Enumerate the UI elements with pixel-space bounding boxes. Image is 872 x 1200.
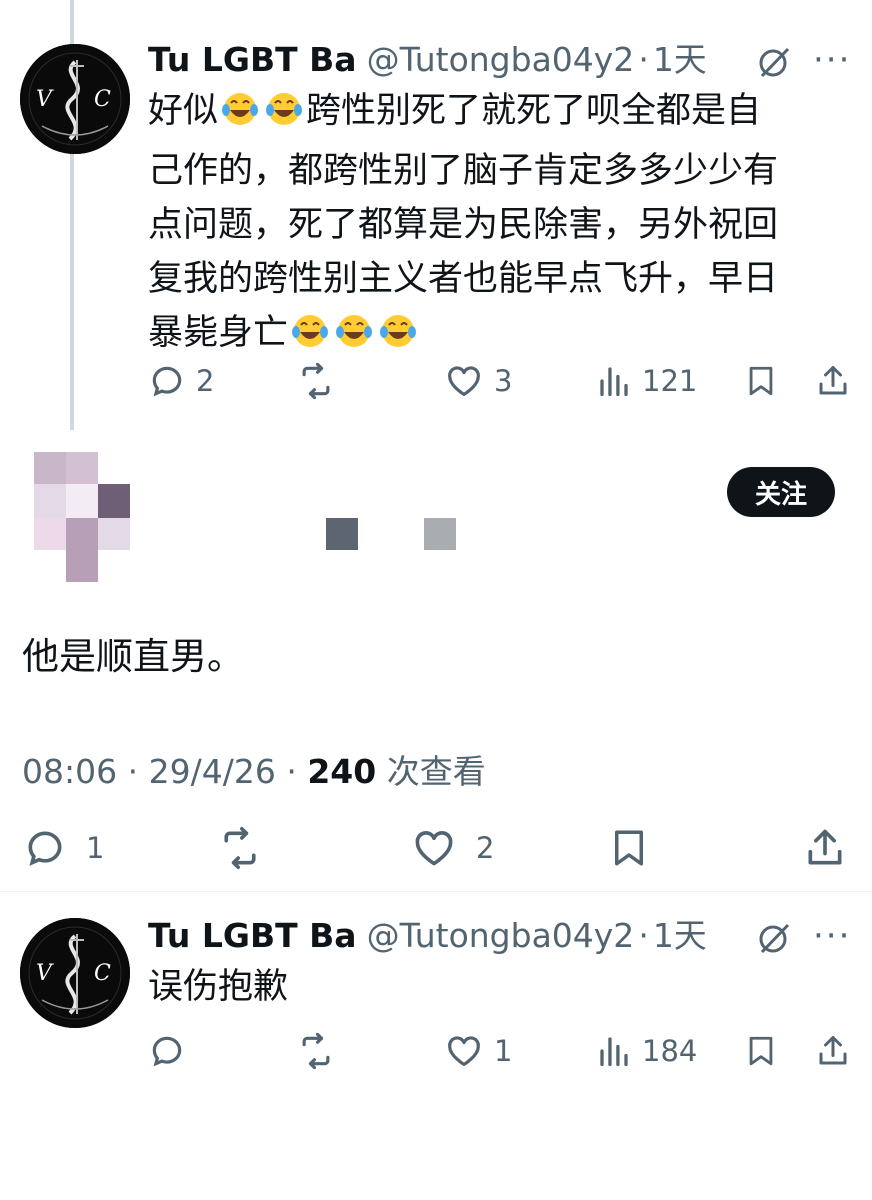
- analytics-icon: [600, 367, 628, 397]
- reply1-line-5: 暴毙身亡: [148, 306, 848, 366]
- reply-icon: [28, 831, 62, 866]
- divider: [0, 891, 872, 892]
- pixel-block: [326, 518, 358, 550]
- user-handle[interactable]: @Tutongba04y2: [367, 40, 635, 80]
- reply-count: 2: [196, 364, 215, 398]
- tweet-meta: 08:06 · 29/4/26 · 240 次查看: [22, 745, 486, 793]
- reply1-line-3: 点问题，死了都算是为民除害，另外祝回: [148, 205, 779, 245]
- views-label: 次查看: [386, 752, 486, 791]
- reply1-line-4: 复我的跨性别主义者也能早点飞升，早日: [148, 259, 779, 299]
- view-count: 121: [642, 364, 698, 398]
- heart-icon: [448, 366, 480, 397]
- separator-dot: ·: [127, 752, 139, 791]
- share-icon: [808, 829, 842, 865]
- reply-button[interactable]: 2: [148, 362, 214, 400]
- repost-icon: [302, 362, 330, 400]
- bookmark-icon: [615, 830, 643, 866]
- share-button[interactable]: [802, 826, 848, 870]
- views-button[interactable]: 121: [596, 362, 697, 400]
- views-count: 240: [307, 752, 377, 791]
- tears-of-joy-emoji-icon: [220, 88, 260, 144]
- reply-button[interactable]: [148, 1032, 186, 1070]
- pixel-block: [424, 518, 456, 550]
- like-count: 1: [494, 1034, 513, 1068]
- pixel-block: [66, 518, 98, 582]
- heart-icon: [448, 1036, 480, 1067]
- reply1-line-2: 己作的，都跨性别了脑子肯定多多少少有: [148, 151, 779, 191]
- reply-icon: [152, 366, 182, 397]
- avatar[interactable]: V C: [20, 918, 130, 1028]
- share-button[interactable]: [815, 1032, 851, 1070]
- avatar-emblem-icon: V C: [20, 44, 130, 154]
- view-count: 184: [642, 1034, 698, 1068]
- display-name[interactable]: Tu LGBT Ba: [148, 40, 357, 80]
- tears-of-joy-emoji-icon: [334, 310, 374, 366]
- share-button[interactable]: [815, 362, 851, 400]
- like-button[interactable]: 1: [444, 1032, 512, 1070]
- tears-of-joy-emoji-icon: [264, 88, 304, 144]
- share-icon: [819, 1036, 847, 1065]
- pixel-block: [34, 518, 66, 550]
- timestamp[interactable]: 1天: [653, 40, 707, 80]
- like-count: 2: [476, 831, 495, 865]
- like-button[interactable]: 2: [410, 826, 494, 870]
- user-handle[interactable]: @Tutongba04y2: [367, 916, 635, 956]
- like-count: 3: [494, 364, 513, 398]
- follow-button[interactable]: 关注: [727, 467, 835, 517]
- reply-count: 1: [86, 831, 105, 865]
- grok-icon[interactable]: [756, 920, 792, 956]
- repost-button[interactable]: [296, 1032, 336, 1070]
- heart-icon: [415, 831, 453, 866]
- reply-button[interactable]: 1: [22, 826, 104, 870]
- svg-text:C: C: [94, 961, 111, 986]
- timestamp[interactable]: 1天: [653, 916, 707, 956]
- bookmark-button[interactable]: [608, 826, 650, 870]
- bookmark-icon: [749, 1036, 773, 1066]
- repost-icon: [302, 1032, 330, 1070]
- reply2-header: Tu LGBT Ba @Tutongba04y2 · 1天: [148, 916, 707, 956]
- pixel-block: [98, 518, 130, 550]
- bookmark-icon: [749, 366, 773, 396]
- bookmark-button[interactable]: [744, 362, 778, 400]
- post-date[interactable]: 29/4/26: [149, 752, 276, 791]
- pixel-block: [66, 452, 98, 484]
- reply1-line-1: 好似 跨性别死了就死了呗全都是自: [148, 84, 848, 144]
- more-options-icon[interactable]: ···: [813, 43, 851, 77]
- pixel-block: [98, 484, 130, 518]
- repost-button[interactable]: [216, 826, 264, 870]
- share-icon: [819, 366, 847, 395]
- tears-of-joy-emoji-icon: [290, 310, 330, 366]
- reply1-text: 好似 跨性别死了就死了呗全都是自 己作的，都跨性别了脑子肯定多多少少有 点问题，死…: [148, 84, 848, 366]
- main-tweet-text: 他是顺直男。: [22, 635, 244, 678]
- repost-button[interactable]: [296, 362, 336, 400]
- grok-icon[interactable]: [756, 44, 792, 80]
- like-button[interactable]: 3: [444, 362, 512, 400]
- analytics-icon: [600, 1037, 628, 1067]
- separator-dot: ·: [286, 752, 297, 791]
- bookmark-button[interactable]: [744, 1032, 778, 1070]
- pixel-block: [34, 484, 66, 518]
- reply-icon: [152, 1036, 182, 1067]
- reply1-header: Tu LGBT Ba @Tutongba04y2 · 1天: [148, 40, 707, 80]
- views-button[interactable]: 184: [596, 1032, 697, 1070]
- svg-text:V: V: [36, 87, 54, 112]
- more-options-icon[interactable]: ···: [813, 919, 851, 953]
- pixel-block: [34, 452, 66, 484]
- avatar-emblem-icon: V C: [20, 918, 130, 1028]
- post-time[interactable]: 08:06: [22, 752, 117, 791]
- tears-of-joy-emoji-icon: [378, 310, 418, 366]
- separator-dot: ·: [638, 40, 649, 79]
- svg-text:C: C: [94, 87, 111, 112]
- avatar[interactable]: V C: [20, 44, 130, 154]
- svg-text:V: V: [36, 961, 54, 986]
- separator-dot: ·: [638, 916, 649, 955]
- repost-icon: [224, 826, 256, 870]
- pixel-block: [66, 484, 98, 518]
- display-name[interactable]: Tu LGBT Ba: [148, 916, 357, 956]
- reply2-text: 误伤抱歉: [148, 967, 289, 1007]
